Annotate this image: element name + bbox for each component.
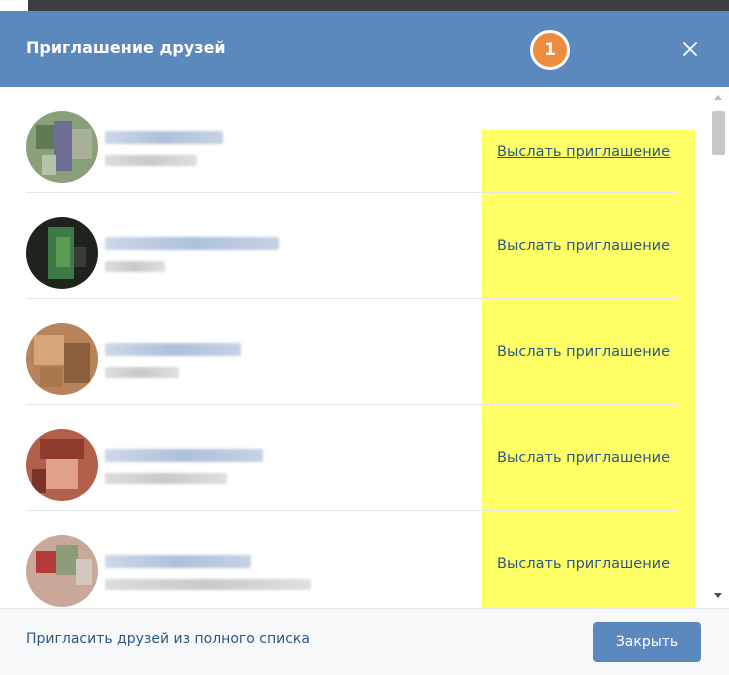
step-badge: 1 — [530, 30, 570, 70]
friend-subtitle-blurred — [105, 261, 165, 272]
avatar-photo-icon — [26, 217, 98, 289]
friend-row: Выслать приглашение — [0, 405, 700, 511]
avatar-photo-icon — [26, 535, 98, 607]
dialog-footer: Пригласить друзей из полного списка Закр… — [0, 608, 729, 675]
send-invite-link[interactable]: Выслать приглашение — [497, 144, 670, 160]
friends-list: Выслать приглашение Выслать приглашение — [0, 87, 729, 608]
friend-subtitle-blurred — [105, 367, 179, 378]
friend-row: Выслать приглашение — [0, 87, 700, 193]
avatar-photo-icon — [26, 323, 98, 395]
scroll-up-arrow-icon[interactable] — [714, 95, 722, 100]
friend-name-blurred — [105, 343, 241, 356]
friend-row: Выслать приглашение — [0, 193, 700, 299]
close-button[interactable]: Закрыть — [593, 622, 701, 662]
friend-subtitle-blurred — [105, 155, 197, 166]
background-page-bar — [28, 0, 729, 11]
friend-subtitle-blurred — [105, 579, 311, 590]
friend-subtitle-blurred — [105, 473, 227, 484]
dialog-header: Приглашение друзей 1 — [0, 11, 729, 87]
send-invite-link[interactable]: Выслать приглашение — [497, 344, 670, 360]
send-invite-link[interactable]: Выслать приглашение — [497, 556, 670, 572]
friend-name-blurred — [105, 237, 279, 250]
avatar-photo-icon — [26, 111, 98, 183]
friend-name-blurred — [105, 555, 251, 568]
scroll-thumb[interactable] — [712, 111, 725, 155]
invite-friends-dialog: Приглашение друзей 1 Выслать приглашение — [0, 11, 729, 675]
scroll-down-arrow-icon[interactable] — [714, 593, 722, 598]
friend-row: Выслать приглашение — [0, 299, 700, 405]
send-invite-link[interactable]: Выслать приглашение — [497, 238, 670, 254]
friend-name-blurred — [105, 131, 223, 144]
close-icon[interactable] — [681, 40, 699, 58]
invite-from-full-list-link[interactable]: Пригласить друзей из полного списка — [26, 631, 310, 647]
dialog-title: Приглашение друзей — [26, 38, 226, 57]
send-invite-link[interactable]: Выслать приглашение — [497, 450, 670, 466]
avatar-photo-icon — [26, 429, 98, 501]
list-scrollbar[interactable] — [708, 87, 729, 608]
friend-row: Выслать приглашение — [0, 511, 700, 608]
friend-name-blurred — [105, 449, 263, 462]
